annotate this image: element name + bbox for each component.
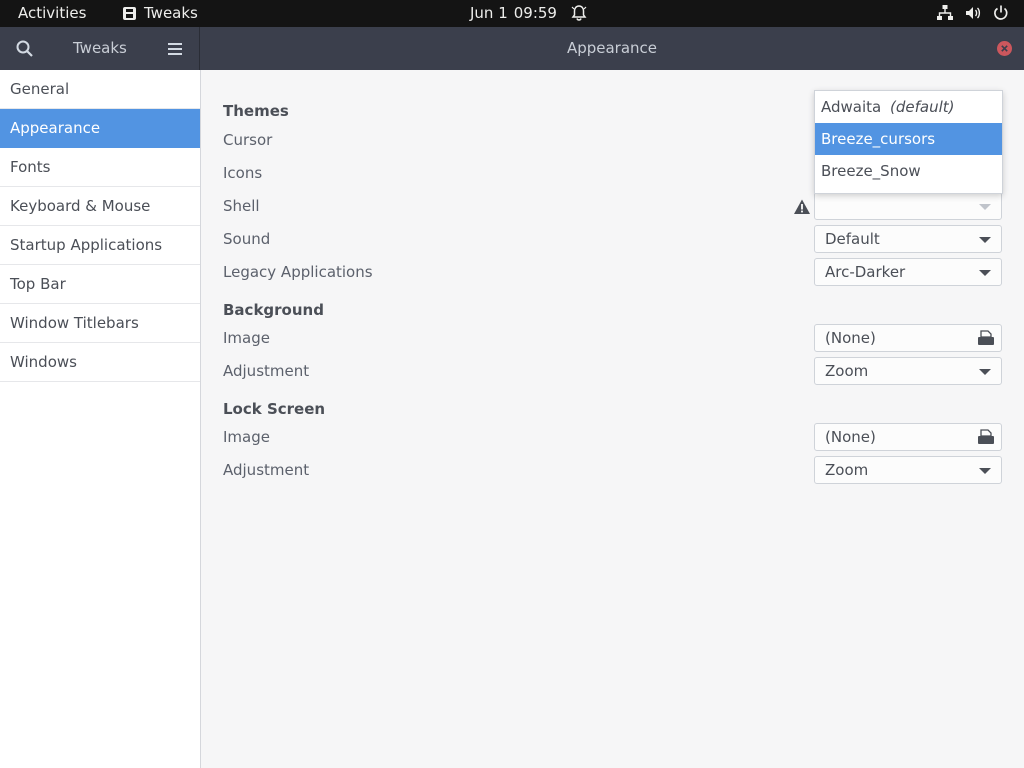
system-menu[interactable] (936, 4, 1010, 22)
sidebar-title: Tweaks (73, 39, 127, 57)
sound-label: Sound (223, 230, 271, 248)
shell-label: Shell (223, 197, 260, 215)
sound-theme-combo[interactable]: Default (814, 225, 1002, 253)
background-adjustment-value: Zoom (825, 362, 869, 380)
clock-date: Jun 1 (470, 4, 508, 22)
background-adjustment-combo[interactable]: Zoom (814, 357, 1002, 385)
search-icon[interactable] (14, 38, 36, 60)
themes-heading: Themes (223, 102, 289, 120)
lock-screen-image-label: Image (223, 428, 270, 446)
activities-button[interactable]: Activities (18, 4, 86, 22)
lock-screen-adjustment-label: Adjustment (223, 461, 310, 479)
page-title: Appearance (566, 39, 658, 57)
clock-time: 09:59 (513, 4, 557, 22)
sidebar: General Appearance Fonts Keyboard & Mous… (0, 70, 201, 768)
lock-screen-image-value: (None) (825, 428, 876, 446)
sidebar-item-keyboard-mouse[interactable]: Keyboard & Mouse (0, 187, 200, 226)
sidebar-item-top-bar[interactable]: Top Bar (0, 265, 200, 304)
header-bar: Tweaks Appearance (0, 27, 1024, 70)
sidebar-item-windows[interactable]: Windows (0, 343, 200, 382)
close-window-button[interactable] (997, 41, 1012, 56)
background-image-label: Image (223, 329, 270, 347)
network-icon (936, 4, 954, 22)
cursor-option-adwaita[interactable]: Adwaita (default) (815, 91, 1002, 123)
lock-screen-adjustment-combo[interactable]: Zoom (814, 456, 1002, 484)
sound-theme-value: Default (825, 230, 880, 248)
cursor-option-label: Breeze_cursors (821, 130, 936, 148)
volume-icon (964, 4, 982, 22)
chevron-down-icon (979, 468, 991, 474)
chevron-down-icon (979, 204, 991, 210)
legacy-applications-combo[interactable]: Arc-Darker (814, 258, 1002, 286)
legacy-applications-value: Arc-Darker (825, 263, 906, 281)
bell-icon[interactable] (570, 4, 588, 22)
sidebar-item-fonts[interactable]: Fonts (0, 148, 200, 187)
chevron-down-icon (979, 369, 991, 375)
file-chooser-icon (977, 330, 995, 346)
legacy-applications-label: Legacy Applications (223, 263, 373, 281)
sidebar-item-startup-applications[interactable]: Startup Applications (0, 226, 200, 265)
sidebar-header: Tweaks (0, 27, 200, 70)
lock-screen-heading: Lock Screen (223, 400, 326, 418)
app-icon (123, 6, 136, 20)
cursor-label: Cursor (223, 131, 273, 149)
cursor-option-breeze-snow[interactable]: Breeze_Snow (815, 155, 1002, 187)
background-image-chooser[interactable]: (None) (814, 324, 1002, 352)
cursor-theme-popup: Adwaita (default) Breeze_cursors Breeze_… (814, 90, 1003, 194)
gnome-top-bar: Activities Tweaks Jun 1 09:59 (0, 0, 1024, 27)
clock[interactable]: Jun 1 09:59 (470, 4, 557, 22)
power-icon (992, 4, 1010, 22)
app-menu[interactable]: Tweaks (122, 4, 198, 22)
background-adjustment-label: Adjustment (223, 362, 310, 380)
cursor-option-label: Breeze_Snow (821, 162, 921, 180)
sidebar-item-window-titlebars[interactable]: Window Titlebars (0, 304, 200, 343)
cursor-option-breeze-cursors[interactable]: Breeze_cursors (815, 123, 1002, 155)
lock-screen-image-chooser[interactable]: (None) (814, 423, 1002, 451)
hamburger-menu-icon[interactable] (165, 39, 185, 59)
sidebar-item-general[interactable]: General (0, 70, 200, 109)
warning-icon (793, 198, 811, 216)
file-chooser-icon (977, 429, 995, 445)
chevron-down-icon (979, 270, 991, 276)
shell-theme-combo (814, 192, 1002, 220)
sidebar-item-appearance[interactable]: Appearance (0, 109, 200, 148)
close-icon (1001, 45, 1008, 52)
icons-label: Icons (223, 164, 263, 182)
background-image-value: (None) (825, 329, 876, 347)
lock-screen-adjustment-value: Zoom (825, 461, 869, 479)
background-heading: Background (223, 301, 324, 319)
cursor-option-label: Adwaita (821, 98, 882, 116)
cursor-option-default-suffix: (default) (890, 98, 955, 116)
chevron-down-icon (979, 237, 991, 243)
app-menu-label: Tweaks (144, 4, 198, 22)
